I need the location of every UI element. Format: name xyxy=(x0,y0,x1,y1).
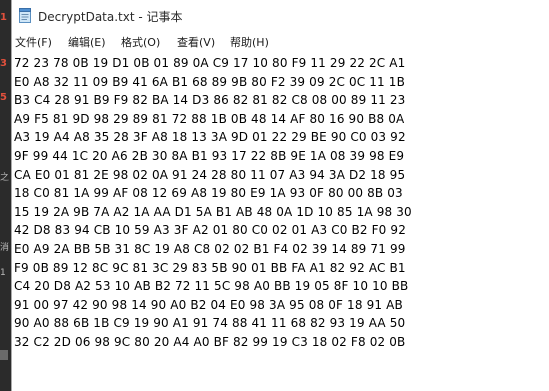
text-line: E0 A9 2A BB 5B 31 8C 19 A8 C8 02 02 B1 F… xyxy=(14,241,406,256)
text-line: 42 D8 83 94 CB 10 59 A3 3F A2 01 80 C0 0… xyxy=(14,223,407,238)
background-line-number: 5 xyxy=(0,92,7,103)
text-line: 90 A0 88 6B 1B C9 19 90 A1 91 74 88 41 1… xyxy=(14,316,406,331)
background-text-fragment: 1 xyxy=(0,268,6,278)
text-line: F9 0B 89 12 8C 9C 81 3C 29 83 5B 90 01 B… xyxy=(14,260,406,275)
text-line: A9 F5 81 9D 98 29 89 81 72 88 1B 0B 48 1… xyxy=(14,111,405,126)
text-line: 9F 99 44 1C 20 A6 2B 30 8A B1 93 17 22 8… xyxy=(14,148,405,163)
menu-view[interactable]: 查看(V) xyxy=(177,34,215,50)
text-line: 72 23 78 0B 19 D1 0B 01 89 0A C9 17 10 8… xyxy=(14,56,406,70)
menu-format[interactable]: 格式(O) xyxy=(121,34,160,50)
window-title: DecryptData.txt - 记事本 xyxy=(38,10,183,24)
background-text-fragment: 之 xyxy=(0,173,10,183)
text-line: 18 C0 81 1A 99 AF 08 12 69 A8 19 80 E9 1… xyxy=(14,186,403,201)
menu-file[interactable]: 文件(F) xyxy=(15,34,52,50)
text-line: 15 19 2A 9B 7A A2 1A AA D1 5A B1 AB 48 0… xyxy=(14,204,412,219)
text-line: B3 C4 28 91 B9 F9 82 BA 14 D3 86 82 81 8… xyxy=(14,93,406,108)
background-window-edge: 1 3 5 之 消 1 xyxy=(0,0,11,391)
notepad-window: DecryptData.txt - 记事本 文件(F) 编辑(E) 格式(O) … xyxy=(11,0,549,391)
editor-content[interactable]: 72 23 78 0B 19 D1 0B 01 89 0A C9 17 10 8… xyxy=(14,54,412,352)
text-editor-area[interactable]: 72 23 78 0B 19 D1 0B 01 89 0A C9 17 10 8… xyxy=(12,52,549,391)
text-line: A3 19 A4 A8 35 28 3F A8 18 13 3A 9D 01 2… xyxy=(14,130,406,145)
background-text-fragment: 消 xyxy=(0,243,10,253)
text-line: CA E0 01 81 2E 98 02 0A 91 24 28 80 11 0… xyxy=(14,167,406,182)
menu-edit[interactable]: 编辑(E) xyxy=(68,34,106,50)
screen: 1 3 5 之 消 1 DecryptData.txt - 记事本 文件(F) … xyxy=(0,0,549,391)
background-line-number: 1 xyxy=(0,12,7,23)
text-line: 32 C2 2D 06 98 9C 80 20 A4 A0 BF 82 99 1… xyxy=(14,334,406,349)
background-scroll-marker xyxy=(0,350,8,360)
text-line: C4 20 D8 A2 53 10 AB B2 72 11 5C 98 A0 B… xyxy=(14,279,409,294)
text-line: 91 00 97 42 90 98 14 90 A0 B2 04 E0 98 3… xyxy=(14,297,403,312)
title-bar[interactable]: DecryptData.txt - 记事本 xyxy=(12,0,549,31)
background-line-number: 3 xyxy=(0,58,7,69)
text-line: E0 A8 32 11 09 B9 41 6A B1 68 89 9B 80 F… xyxy=(14,74,405,89)
notepad-icon xyxy=(19,8,31,23)
menu-help[interactable]: 帮助(H) xyxy=(230,34,269,50)
menu-bar: 文件(F) 编辑(E) 格式(O) 查看(V) 帮助(H) xyxy=(12,31,549,52)
